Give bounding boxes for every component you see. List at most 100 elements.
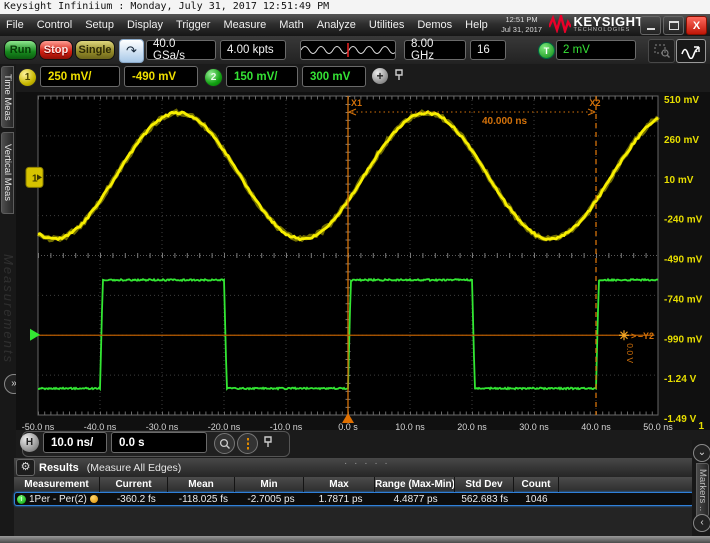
waveform-arrow-icon xyxy=(681,43,701,59)
menu-help[interactable]: Help xyxy=(465,19,488,31)
channel-2-offset-field[interactable]: 300 mV xyxy=(302,66,366,87)
svg-text:260 mV: 260 mV xyxy=(664,135,699,146)
column-header[interactable]: Mean xyxy=(168,477,235,492)
horizontal-bar: H 10.0 ns/ 0.0 s xyxy=(16,430,710,458)
trigger-position-wave-icon xyxy=(301,41,395,59)
results-subtitle: (Measure All Edges) xyxy=(87,462,182,474)
results-header-row: MeasurementCurrentMeanMinMaxRange (Max-M… xyxy=(14,477,694,492)
tab-time-meas[interactable]: Time Meas xyxy=(1,66,14,128)
bandwidth-field[interactable]: 8.00 GHz xyxy=(404,40,466,60)
single-button[interactable]: Single xyxy=(75,40,115,60)
window-bottom-edge xyxy=(0,536,710,543)
value-cell: 1046 xyxy=(514,494,559,505)
column-header[interactable]: Min xyxy=(235,477,304,492)
menu-measure[interactable]: Measure xyxy=(223,19,266,31)
clock-date: Jul 31, 2017 xyxy=(501,25,542,35)
menu-bar: File Control Setup Display Trigger Measure Mat… xyxy=(0,14,710,37)
keysight-spark-icon xyxy=(549,15,571,33)
column-header[interactable]: Std Dev xyxy=(455,477,514,492)
horizontal-badge[interactable]: H xyxy=(20,433,39,452)
keysight-logo: KEYSIGHT TECHNOLOGIES xyxy=(549,15,644,33)
measurement-name-cell: i1Per - Per(2) xyxy=(15,494,103,505)
measurement-name: 1Per - Per(2) xyxy=(29,494,87,505)
minimize-icon xyxy=(647,28,655,30)
acquisition-toolbar: Run Stop Single ↷ 40.0 GSa/s 4.00 kpts 8… xyxy=(0,36,710,64)
waveform-display[interactable]: X1X240.000 ns>–Y20.0 V1-50.0 ns-40.0 ns-… xyxy=(16,92,710,433)
trigger-position-button[interactable] xyxy=(237,433,258,454)
add-channel-button[interactable]: + xyxy=(372,68,388,84)
menu-demos[interactable]: Demos xyxy=(417,19,452,31)
column-header[interactable]: Range (Max-Min) xyxy=(375,477,455,492)
waveform-scale-button[interactable] xyxy=(676,39,706,63)
menu-display[interactable]: Display xyxy=(127,19,163,31)
brand-text: KEYSIGHT xyxy=(574,16,644,27)
restore-icon xyxy=(669,21,679,30)
horizontal-pin-button[interactable] xyxy=(262,435,274,448)
gear-icon[interactable]: ⚙ xyxy=(16,459,35,476)
column-header[interactable]: Count xyxy=(514,477,559,492)
timebase-position-field[interactable]: 0.0 s xyxy=(111,432,207,453)
measurement-status-icon xyxy=(90,495,98,503)
results-table: MeasurementCurrentMeanMinMaxRange (Max-M… xyxy=(14,477,694,506)
timebase-scale-field[interactable]: 10.0 ns/ xyxy=(43,432,107,453)
channel-1-offset-field[interactable]: -490 mV xyxy=(124,66,198,87)
value-cell: -118.025 fs xyxy=(170,494,237,505)
channel-2-scale-field[interactable]: 150 mV/ xyxy=(226,66,298,87)
menu-trigger[interactable]: Trigger xyxy=(176,19,210,31)
value-cell: 4.4877 ps xyxy=(376,494,456,505)
menu-math[interactable]: Math xyxy=(279,19,303,31)
horizontal-zoom-button[interactable] xyxy=(214,433,235,454)
column-header[interactable]: Max xyxy=(304,477,375,492)
channel-bar: 1 250 mV/ -490 mV 2 150 mV/ 300 mV + xyxy=(16,64,710,92)
menu-items: File Control Setup Display Trigger Measure Mat… xyxy=(6,14,488,36)
column-header[interactable] xyxy=(559,477,694,492)
restore-button[interactable] xyxy=(663,16,684,35)
pin-icon xyxy=(393,68,405,81)
menu-control[interactable]: Control xyxy=(37,19,72,31)
zoom-box-icon xyxy=(654,44,670,58)
column-header[interactable]: Measurement xyxy=(14,477,100,492)
drag-handle[interactable]: · · · · · xyxy=(344,458,390,469)
value-cell: -2.7005 ps xyxy=(237,494,306,505)
clock-time: 12:51 PM xyxy=(501,15,542,25)
window-title-bar: Keysight Infiniium : Monday, July 31, 20… xyxy=(0,0,710,14)
column-header[interactable]: Current xyxy=(100,477,168,492)
markers-scroll-up-button[interactable]: ⌄ xyxy=(693,444,710,462)
clock[interactable]: 12:51 PM Jul 31, 2017 xyxy=(501,15,542,35)
svg-text:10 mV: 10 mV xyxy=(664,175,694,186)
close-button[interactable]: X xyxy=(686,16,707,35)
trigger-badge[interactable]: T xyxy=(538,42,555,59)
trigger-position-widget[interactable] xyxy=(300,40,396,60)
svg-text:40.000 ns: 40.000 ns xyxy=(482,116,527,127)
menu-setup[interactable]: Setup xyxy=(85,19,114,31)
menu-analyze[interactable]: Analyze xyxy=(317,19,356,31)
trigger-level-field[interactable]: 2 mV xyxy=(556,40,636,60)
menu-utilities[interactable]: Utilities xyxy=(369,19,404,31)
menu-file[interactable]: File xyxy=(6,19,24,31)
averages-field[interactable]: 16 xyxy=(470,40,506,60)
svg-text:510 mV: 510 mV xyxy=(664,95,699,106)
curved-arrow-icon: ↷ xyxy=(126,43,137,59)
minimize-button[interactable] xyxy=(640,16,661,35)
svg-text:X1: X1 xyxy=(351,98,362,108)
memory-depth-field[interactable]: 4.00 kpts xyxy=(220,40,286,60)
tab-vertical-meas[interactable]: Vertical Meas xyxy=(1,132,14,214)
channel-2-badge[interactable]: 2 xyxy=(204,68,223,87)
svg-text:-490 mV: -490 mV xyxy=(664,255,703,266)
zoom-box-button[interactable] xyxy=(648,39,675,63)
stop-button[interactable]: Stop xyxy=(39,40,73,60)
tab-markers[interactable]: Markers .. xyxy=(696,463,709,517)
run-button[interactable]: Run xyxy=(4,40,37,60)
table-row[interactable]: i1Per - Per(2)-360.2 fs-118.025 fs-2.700… xyxy=(14,492,694,506)
markers-scroll-down-button[interactable]: ‹ xyxy=(693,514,710,532)
svg-text:X2: X2 xyxy=(589,98,600,108)
channel-pin-button[interactable] xyxy=(393,68,405,81)
sample-rate-field[interactable]: 40.0 GSa/s xyxy=(146,40,216,60)
measurement-info-icon[interactable]: i xyxy=(17,495,26,504)
dotted-cursor-icon xyxy=(242,437,254,451)
svg-text:–Y2: –Y2 xyxy=(638,331,654,341)
channel-1-scale-field[interactable]: 250 mV/ xyxy=(40,66,120,87)
channel-1-badge[interactable]: 1 xyxy=(18,68,37,87)
touch-gesture-button[interactable]: ↷ xyxy=(119,39,144,63)
svg-text:-740 mV: -740 mV xyxy=(664,294,703,305)
